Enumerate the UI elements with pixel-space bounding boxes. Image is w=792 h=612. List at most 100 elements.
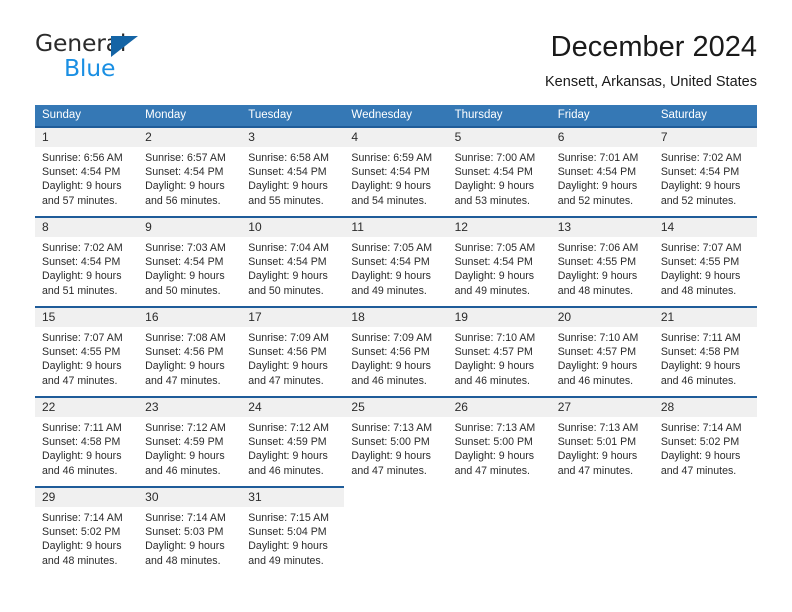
calendar-day-cell-inner: 28 Sunrise: 7:14 AM Sunset: 5:02 PM Dayligh… — [653, 396, 757, 486]
calendar-day-cell[interactable]: 21 Sunrise: 7:11 AM Sunset: 4:58 PM Dayligh… — [653, 306, 757, 396]
calendar-day-cell[interactable]: 26 Sunrise: 7:13 AM Sunset: 5:00 PM Dayligh… — [447, 396, 551, 486]
day-details: Sunrise: 7:12 AM Sunset: 4:59 PM Daylight:… — [241, 417, 344, 478]
sunrise-text: Sunrise: 7:13 AM — [557, 422, 639, 434]
daylight-text-line2: and 50 minutes. — [248, 284, 324, 297]
daylight-text-line1: Daylight: 9 hours — [454, 180, 535, 193]
calendar-day-cell-inner: 16 Sunrise: 7:08 AM Sunset: 4:56 PM Dayligh… — [138, 306, 242, 396]
calendar-day-cell[interactable]: 31 Sunrise: 7:15 AM Sunset: 5:04 PM Dayligh… — [241, 486, 345, 576]
day-details: Sunrise: 7:13 AM Sunset: 5:00 PM Daylight:… — [448, 417, 551, 478]
calendar-day-cell[interactable]: 11 Sunrise: 7:05 AM Sunset: 4:54 PM Dayligh… — [344, 216, 448, 306]
calendar-day-cell[interactable]: 28 Sunrise: 7:14 AM Sunset: 5:02 PM Dayligh… — [653, 396, 757, 486]
day-number-band: 27 — [550, 396, 654, 417]
day-details: Sunrise: 7:14 AM Sunset: 5:02 PM Daylight:… — [35, 507, 138, 568]
day-number: 7 — [660, 130, 668, 144]
weekday-header-tuesday: Tuesday — [248, 109, 292, 121]
calendar-day-cell[interactable]: 7 Sunrise: 7:02 AM Sunset: 4:54 PM Daylight… — [653, 126, 757, 216]
daylight-text-line2: and 46 minutes. — [557, 374, 634, 387]
calendar-day-cell[interactable]: 25 Sunrise: 7:13 AM Sunset: 5:00 PM Dayligh… — [344, 396, 448, 486]
calendar-day-cell-inner: 10 Sunrise: 7:04 AM Sunset: 4:54 PM Dayligh… — [241, 216, 345, 306]
day-details: Sunrise: 7:14 AM Sunset: 5:03 PM Daylight:… — [138, 507, 241, 568]
daylight-text-line2: and 52 minutes. — [660, 194, 737, 207]
day-number-band: 7 — [653, 126, 757, 147]
sunrise-text: Sunrise: 7:10 AM — [557, 332, 639, 344]
calendar-day-cell-inner: 14 Sunrise: 7:07 AM Sunset: 4:55 PM Dayligh… — [653, 216, 757, 306]
calendar-day-cell-inner: 15 Sunrise: 7:07 AM Sunset: 4:55 PM Dayligh… — [35, 306, 139, 396]
day-number: 21 — [660, 310, 675, 324]
calendar-day-cell-inner: 17 Sunrise: 7:09 AM Sunset: 4:56 PM Dayligh… — [241, 306, 345, 396]
day-number: 11 — [351, 220, 364, 234]
day-details: Sunrise: 7:09 AM Sunset: 4:56 PM Daylight:… — [344, 327, 447, 388]
calendar-day-cell[interactable]: 4 Sunrise: 6:59 AM Sunset: 4:54 PM Daylight… — [344, 126, 448, 216]
day-number: 27 — [557, 400, 572, 414]
day-number-band: 30 — [138, 486, 242, 507]
calendar-day-cell[interactable]: 14 Sunrise: 7:07 AM Sunset: 4:55 PM Dayligh… — [653, 216, 757, 306]
sunrise-text: Sunrise: 7:14 AM — [42, 512, 123, 524]
daylight-text-line2: and 46 minutes. — [42, 464, 118, 477]
day-number: 22 — [42, 400, 56, 414]
sunrise-text: Sunrise: 6:59 AM — [351, 152, 433, 164]
day-number-band: 28 — [653, 396, 757, 417]
day-details: Sunrise: 7:07 AM Sunset: 4:55 PM Daylight:… — [35, 327, 138, 388]
calendar-day-cell[interactable]: 29 Sunrise: 7:14 AM Sunset: 5:02 PM Dayligh… — [35, 486, 139, 576]
calendar-day-cell[interactable]: 22 Sunrise: 7:11 AM Sunset: 4:58 PM Dayligh… — [35, 396, 139, 486]
daylight-text-line2: and 48 minutes. — [660, 284, 737, 297]
day-details: Sunrise: 7:10 AM Sunset: 4:57 PM Daylight:… — [448, 327, 551, 388]
daylight-text-line1: Daylight: 9 hours — [351, 450, 431, 463]
calendar-day-cell[interactable]: 3 Sunrise: 6:58 AM Sunset: 4:54 PM Daylight… — [241, 126, 345, 216]
day-number-band: 29 — [35, 486, 139, 507]
calendar-day-cell[interactable]: 24 Sunrise: 7:12 AM Sunset: 4:59 PM Dayligh… — [241, 396, 345, 486]
calendar-day-cell[interactable]: 2 Sunrise: 6:57 AM Sunset: 4:54 PM Daylight… — [138, 126, 242, 216]
calendar-day-cell[interactable]: 17 Sunrise: 7:09 AM Sunset: 4:56 PM Dayligh… — [241, 306, 345, 396]
daylight-text-line1: Daylight: 9 hours — [454, 450, 535, 463]
calendar-day-cell[interactable]: 15 Sunrise: 7:07 AM Sunset: 4:55 PM Dayligh… — [35, 306, 139, 396]
day-number: 31 — [248, 490, 262, 504]
day-number-band: 2 — [138, 126, 242, 147]
weekday-header-row: Sunday Monday Tuesday Wednesday Thursday… — [35, 105, 757, 126]
day-details: Sunrise: 7:09 AM Sunset: 4:56 PM Daylight:… — [241, 327, 344, 388]
calendar-day-cell[interactable]: 19 Sunrise: 7:10 AM Sunset: 4:57 PM Dayligh… — [447, 306, 551, 396]
day-details: Sunrise: 7:12 AM Sunset: 4:59 PM Daylight:… — [138, 417, 241, 478]
daylight-text-line1: Daylight: 9 hours — [660, 270, 741, 283]
daylight-text-line1: Daylight: 9 hours — [660, 180, 741, 193]
sunrise-text: Sunrise: 7:13 AM — [351, 422, 433, 434]
calendar-day-cell[interactable]: 27 Sunrise: 7:13 AM Sunset: 5:01 PM Dayligh… — [550, 396, 654, 486]
calendar-day-cell[interactable]: 30 Sunrise: 7:14 AM Sunset: 5:03 PM Dayligh… — [138, 486, 242, 576]
sunset-text: Sunset: 4:56 PM — [145, 346, 224, 359]
calendar-day-cell[interactable]: 13 Sunrise: 7:06 AM Sunset: 4:55 PM Dayligh… — [550, 216, 654, 306]
calendar-day-cell[interactable]: 8 Sunrise: 7:02 AM Sunset: 4:54 PM Daylight… — [35, 216, 139, 306]
calendar-day-cell[interactable]: 16 Sunrise: 7:08 AM Sunset: 4:56 PM Dayligh… — [138, 306, 242, 396]
daylight-text-line2: and 46 minutes. — [145, 464, 221, 477]
day-number-band — [344, 486, 447, 507]
day-number-band — [448, 486, 551, 507]
day-number-band: 14 — [653, 216, 757, 237]
calendar-day-cell-inner — [654, 486, 757, 576]
calendar-day-cell[interactable]: 23 Sunrise: 7:12 AM Sunset: 4:59 PM Dayligh… — [138, 396, 242, 486]
calendar-day-cell[interactable]: 5 Sunrise: 7:00 AM Sunset: 4:54 PM Daylight… — [447, 126, 551, 216]
calendar-day-cell[interactable]: 9 Sunrise: 7:03 AM Sunset: 4:54 PM Daylight… — [138, 216, 242, 306]
page-title: December 2024 — [550, 31, 757, 63]
calendar-day-cell[interactable]: 10 Sunrise: 7:04 AM Sunset: 4:54 PM Dayligh… — [241, 216, 345, 306]
day-number: 28 — [660, 400, 675, 414]
calendar-day-cell-inner: 24 Sunrise: 7:12 AM Sunset: 4:59 PM Dayligh… — [241, 396, 345, 486]
calendar-day-cell[interactable]: 20 Sunrise: 7:10 AM Sunset: 4:57 PM Dayligh… — [550, 306, 654, 396]
calendar-day-cell[interactable]: 12 Sunrise: 7:05 AM Sunset: 4:54 PM Dayligh… — [447, 216, 551, 306]
daylight-text-line2: and 53 minutes. — [454, 194, 530, 207]
day-details: Sunrise: 6:58 AM Sunset: 4:54 PM Daylight:… — [241, 147, 344, 208]
sunrise-text: Sunrise: 7:09 AM — [351, 332, 433, 344]
day-details: Sunrise: 7:06 AM Sunset: 4:55 PM Daylight:… — [551, 237, 654, 298]
day-number-band: 18 — [344, 306, 448, 327]
calendar-day-cell[interactable]: 6 Sunrise: 7:01 AM Sunset: 4:54 PM Daylight… — [550, 126, 654, 216]
calendar-day-cell[interactable]: 18 Sunrise: 7:09 AM Sunset: 4:56 PM Dayligh… — [344, 306, 448, 396]
sunset-text: Sunset: 4:55 PM — [42, 346, 121, 359]
sunrise-text: Sunrise: 7:15 AM — [248, 512, 329, 524]
calendar-day-cell-inner: 23 Sunrise: 7:12 AM Sunset: 4:59 PM Dayligh… — [138, 396, 242, 486]
day-details: Sunrise: 7:15 AM Sunset: 5:04 PM Daylight:… — [241, 507, 344, 568]
calendar-day-cell-empty — [654, 486, 757, 576]
sunrise-text: Sunrise: 7:08 AM — [145, 332, 226, 344]
calendar-day-cell[interactable]: 1 Sunrise: 6:56 AM Sunset: 4:54 PM Daylight… — [35, 126, 139, 216]
daylight-text-line1: Daylight: 9 hours — [557, 270, 638, 283]
day-number-band: 8 — [35, 216, 139, 237]
sunset-text: Sunset: 4:54 PM — [351, 166, 430, 179]
day-number: 6 — [557, 130, 565, 144]
calendar-day-cell-inner: 22 Sunrise: 7:11 AM Sunset: 4:58 PM Dayligh… — [35, 396, 139, 486]
